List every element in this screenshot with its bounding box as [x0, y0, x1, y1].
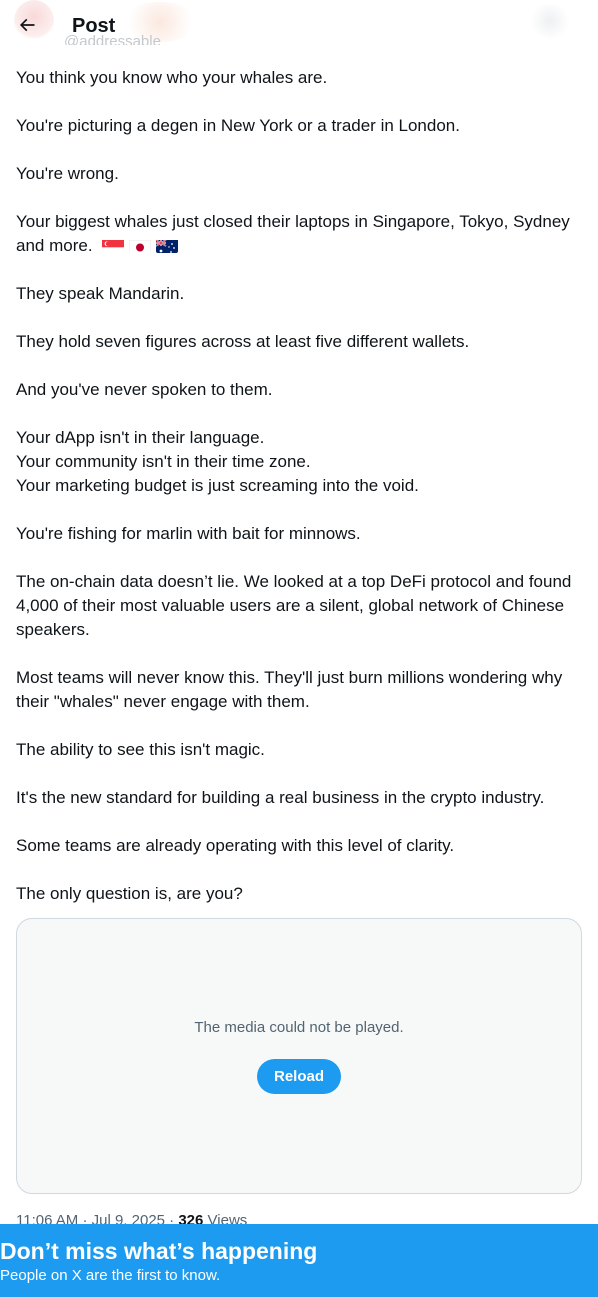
banner-subtitle: People on X are the first to know. [0, 1267, 221, 1284]
post-paragraph: They hold seven figures across at least … [16, 332, 470, 351]
post-paragraph: You're picturing a degen in New York or … [16, 116, 460, 135]
back-button[interactable] [12, 10, 42, 40]
signup-banner[interactable]: Don’t miss what’s happening People on X … [0, 1224, 598, 1297]
top-bar: @addressable Post [0, 0, 598, 53]
post-paragraph: The only question is, are you? [16, 884, 243, 903]
post-line: Your community isn't in their time zone. [16, 452, 311, 471]
media-error-message: The media could not be played. [194, 1019, 404, 1036]
media-player[interactable]: The media could not be played. Reload [16, 918, 582, 1194]
post-paragraph: Most teams will never know this. They'll… [16, 668, 563, 711]
flag-singapore-icon [102, 238, 125, 253]
post-paragraph: They speak Mandarin. [16, 284, 185, 303]
arrow-left-icon [19, 18, 35, 32]
post-line: Your marketing budget is just screaming … [16, 476, 419, 495]
post-text: You think you know who your whales are. … [16, 66, 582, 930]
post-paragraph: Your biggest whales just closed their la… [16, 212, 570, 255]
post-paragraph-flags: Your biggest whales just closed their la… [16, 210, 582, 258]
post-paragraph-group: Your dApp isn't in their language. Your c… [16, 426, 582, 498]
flag-japan-icon [129, 238, 152, 253]
post-paragraph: It's the new standard for building a rea… [16, 788, 545, 807]
post-paragraph: Some teams are already operating with th… [16, 836, 455, 855]
post-paragraph: The on-chain data doesn’t lie. We looked… [16, 572, 572, 639]
reload-button[interactable]: Reload [257, 1059, 341, 1094]
banner-title: Don’t miss what’s happening [0, 1238, 318, 1264]
post-paragraph: You're wrong. [16, 164, 119, 183]
grok-icon[interactable] [528, 4, 572, 38]
post-paragraph: You're fishing for marlin with bait for … [16, 524, 361, 543]
post-line: Your dApp isn't in their language. [16, 428, 265, 447]
flag-australia-icon [156, 238, 179, 253]
post-paragraph: The ability to see this isn't magic. [16, 740, 265, 759]
post-paragraph: You think you know who your whales are. [16, 68, 328, 87]
page-title: Post [72, 15, 116, 37]
post-paragraph: And you've never spoken to them. [16, 380, 273, 399]
